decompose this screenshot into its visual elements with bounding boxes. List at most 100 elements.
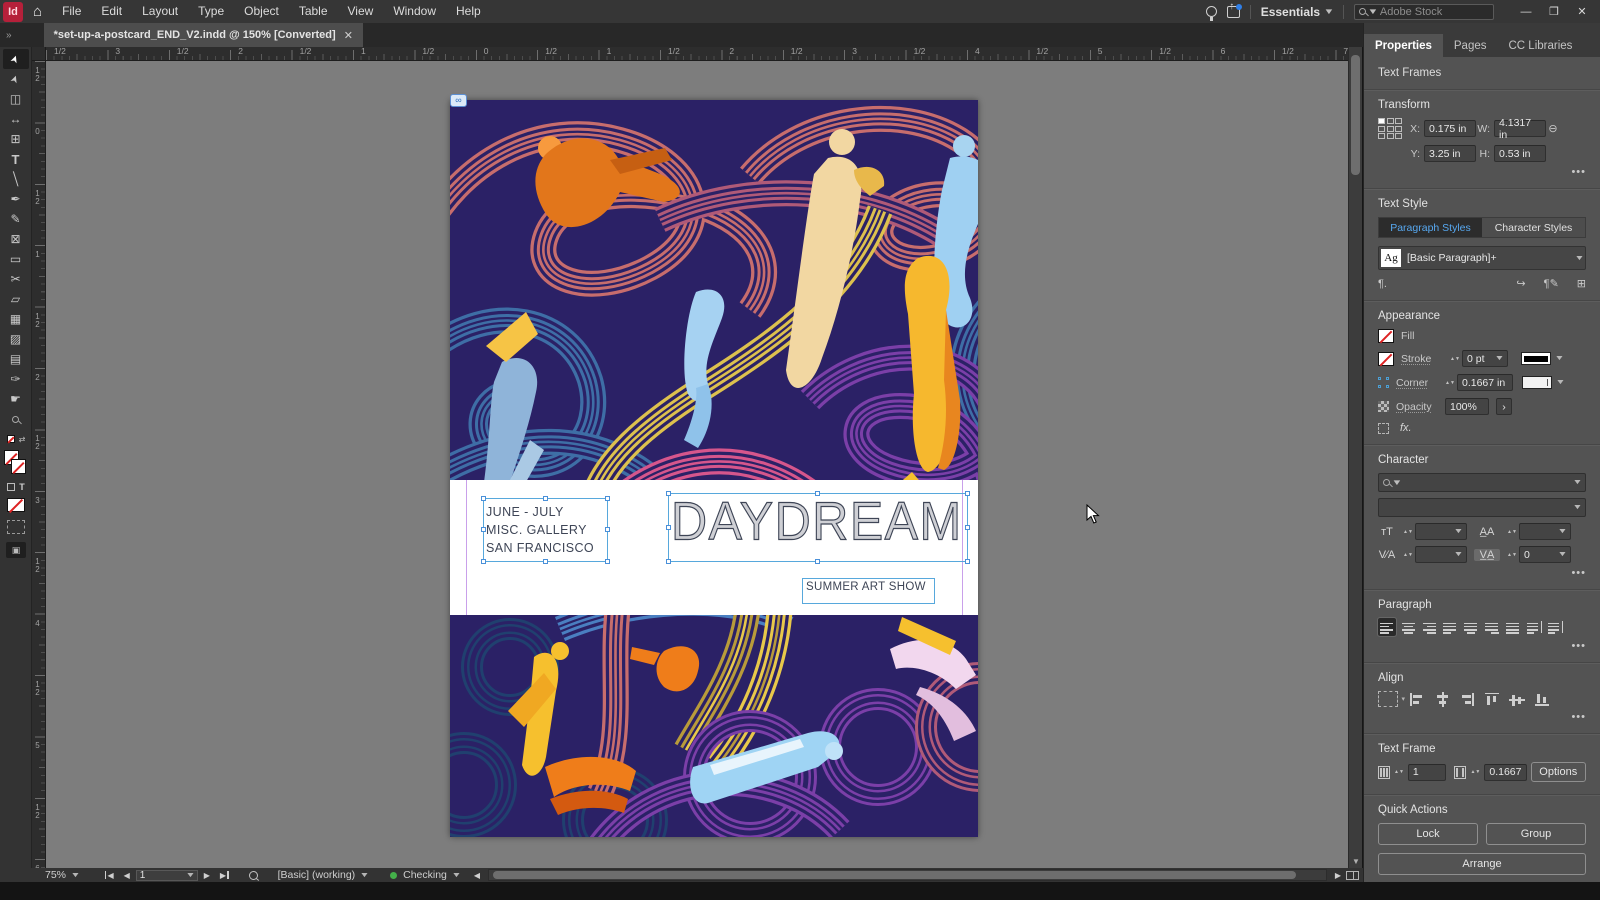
chevron-down-icon[interactable]: ▼ bbox=[1555, 379, 1565, 386]
paragraph-mark-icon[interactable]: ¶. bbox=[1378, 278, 1387, 290]
constrain-proportions-icon[interactable]: ⊘ bbox=[1543, 119, 1562, 138]
paragraph-pa-jr-button[interactable] bbox=[1483, 618, 1501, 636]
font-style-select[interactable]: ▼ bbox=[1378, 498, 1586, 517]
leading-field[interactable]: ▼ bbox=[1519, 523, 1571, 540]
preflight-preset[interactable]: [Basic] (working) bbox=[278, 869, 356, 881]
menu-edit[interactable]: Edit bbox=[91, 0, 132, 23]
document-tab[interactable]: *set-up-a-postcard_END_V2.indd @ 150% [C… bbox=[43, 23, 363, 47]
paragraph-pa-c-button[interactable] bbox=[1399, 618, 1417, 636]
al-hc-button[interactable] bbox=[1434, 691, 1450, 707]
horizontal-scrollbar-thumb[interactable] bbox=[493, 871, 1297, 879]
document-page[interactable]: .u1{fill:none;stroke-width:26}.u2{fill:n… bbox=[450, 94, 978, 837]
stroke-none-swatch[interactable] bbox=[1378, 351, 1394, 366]
apply-none-swatch[interactable] bbox=[7, 498, 25, 512]
object-style-icon[interactable] bbox=[1378, 422, 1389, 434]
stroke-color-swatch[interactable] bbox=[1521, 352, 1551, 365]
new-style-icon[interactable]: ⊞ bbox=[1577, 277, 1586, 290]
selection-handle[interactable] bbox=[542, 496, 548, 501]
al-left-button[interactable] bbox=[1409, 692, 1425, 707]
scissors-tool[interactable]: ✂ bbox=[3, 269, 29, 289]
style-override-icon[interactable]: ¶✎ bbox=[1544, 277, 1559, 290]
scroll-right-icon[interactable]: ▶ bbox=[1335, 871, 1341, 880]
minimize-button[interactable]: — bbox=[1512, 2, 1540, 22]
page-number-field[interactable]: 1 ▼ bbox=[135, 869, 198, 881]
font-family-select[interactable]: ▼ ▼ bbox=[1378, 473, 1586, 492]
columns-field[interactable]: 1 bbox=[1407, 763, 1447, 781]
al-vc-button[interactable] bbox=[1509, 692, 1525, 707]
indesign-logo[interactable]: Id bbox=[3, 1, 23, 22]
eyedropper-tool[interactable]: ✑ bbox=[3, 369, 29, 389]
last-page-button[interactable]: ▶ bbox=[220, 871, 229, 880]
selection-handle[interactable] bbox=[815, 559, 820, 564]
selection-handle[interactable] bbox=[666, 559, 671, 564]
font-size-field[interactable]: ▼ bbox=[1415, 523, 1467, 540]
selection-handle[interactable] bbox=[965, 524, 970, 530]
paragraph-style-select[interactable]: Ag [Basic Paragraph]+ ▼ bbox=[1378, 246, 1586, 270]
ruler-corner[interactable] bbox=[32, 47, 46, 61]
y-field[interactable]: 3.25 in bbox=[1424, 145, 1476, 162]
tab-pages[interactable]: Pages bbox=[1443, 34, 1498, 57]
paragraph-pa-jl-button[interactable] bbox=[1441, 618, 1459, 636]
leading-stepper[interactable]: ▲▼ bbox=[1507, 529, 1517, 534]
columns-stepper[interactable]: ▲▼ bbox=[1394, 770, 1404, 775]
kerning-field[interactable]: ▼ bbox=[1415, 546, 1467, 563]
transform-more-options[interactable]: ••• bbox=[1378, 166, 1586, 178]
vertical-scrollbar[interactable]: ▼ bbox=[1348, 47, 1362, 868]
selection-handle[interactable] bbox=[666, 524, 671, 530]
close-document-icon[interactable]: ✕ bbox=[344, 29, 353, 42]
swap-fill-stroke-icon[interactable]: ⇄ bbox=[19, 435, 26, 444]
stock-search-input[interactable]: ▼ Adobe Stock bbox=[1354, 3, 1494, 20]
tab-character-styles[interactable]: Character Styles bbox=[1482, 218, 1585, 237]
gradient-swatch-tool[interactable]: ▦ bbox=[3, 309, 29, 329]
tab-paragraph-styles[interactable]: Paragraph Styles bbox=[1379, 218, 1482, 237]
al-top-button[interactable] bbox=[1484, 692, 1500, 707]
align-to-dropdown-icon[interactable] bbox=[1378, 691, 1405, 707]
scroll-left-icon[interactable]: ◀ bbox=[474, 871, 480, 880]
corner-label[interactable]: Corner bbox=[1396, 377, 1438, 389]
restore-button[interactable]: ❐ bbox=[1540, 2, 1568, 22]
x-field[interactable]: 0.175 in bbox=[1424, 120, 1476, 137]
al-right-button[interactable] bbox=[1459, 692, 1475, 707]
preflight-status[interactable]: Checking bbox=[403, 869, 447, 881]
direct-selection-tool[interactable]: ➤ bbox=[3, 69, 29, 89]
corner-size-field[interactable]: 0.1667 in bbox=[1457, 374, 1513, 391]
learn-bulb-icon[interactable] bbox=[1205, 6, 1217, 21]
pen-tool[interactable]: ✒ bbox=[3, 189, 29, 209]
page-tool[interactable]: ◫ bbox=[3, 89, 29, 109]
info-text-frame[interactable]: JUNE - JULY MISC. GALLERY SAN FRANCISCO bbox=[481, 496, 610, 564]
selection-handle[interactable] bbox=[605, 527, 610, 532]
h-field[interactable]: 0.53 in bbox=[1494, 145, 1546, 162]
horizontal-ruler[interactable]: 1/2 3 1/2 2 1/2 1 1/2 0 1/2 1 1/2 2 1/2 3 1/2 4 1/2 5 1/2 6… bbox=[46, 47, 1348, 61]
align-more-options[interactable]: ••• bbox=[1378, 711, 1586, 723]
vertical-ruler[interactable]: 1 201 211 221 231 241 251 26 bbox=[32, 61, 46, 868]
paragraph-pa-r-button[interactable] bbox=[1420, 618, 1438, 636]
selection-handle[interactable] bbox=[481, 496, 486, 501]
spread-view-icon[interactable] bbox=[1346, 870, 1359, 880]
daydream-text-frame[interactable]: DAYDREAM bbox=[666, 490, 970, 564]
w-field[interactable]: 4.1317 in bbox=[1494, 117, 1546, 141]
menu-layout[interactable]: Layout bbox=[132, 0, 188, 23]
summer-text-frame[interactable]: SUMMER ART SHOW bbox=[802, 578, 935, 604]
stroke-stepper[interactable]: ▲▼ bbox=[1450, 356, 1460, 361]
home-icon[interactable]: ⌂ bbox=[33, 3, 42, 20]
corner-stepper[interactable]: ▲▼ bbox=[1445, 380, 1455, 385]
menu-table[interactable]: Table bbox=[289, 0, 338, 23]
selection-handle[interactable] bbox=[542, 559, 548, 564]
opacity-field[interactable]: 100% bbox=[1445, 398, 1489, 415]
status-chevron-icon[interactable]: ▼ bbox=[451, 872, 461, 879]
type-tool[interactable]: T bbox=[3, 149, 29, 169]
fill-none-swatch[interactable] bbox=[1378, 329, 1394, 343]
rectangle-frame-tool[interactable]: ⊠ bbox=[3, 229, 29, 249]
first-page-button[interactable]: ◀ bbox=[104, 871, 114, 880]
paragraph-pa-ts-button[interactable] bbox=[1525, 618, 1543, 636]
corner-style-swatch[interactable] bbox=[1522, 376, 1552, 389]
menu-window[interactable]: Window bbox=[383, 0, 446, 23]
previous-page-button[interactable]: ◀ bbox=[124, 871, 130, 880]
horizontal-scrollbar[interactable] bbox=[488, 869, 1327, 881]
screen-mode-icon[interactable] bbox=[7, 520, 25, 534]
effects-label[interactable]: fx. bbox=[1400, 422, 1412, 434]
preset-chevron-icon[interactable]: ▼ bbox=[359, 872, 369, 879]
lock-button[interactable]: Lock bbox=[1378, 823, 1478, 845]
gap-tool[interactable]: ↔ bbox=[3, 109, 29, 129]
opacity-expand-button[interactable]: › bbox=[1496, 398, 1512, 415]
